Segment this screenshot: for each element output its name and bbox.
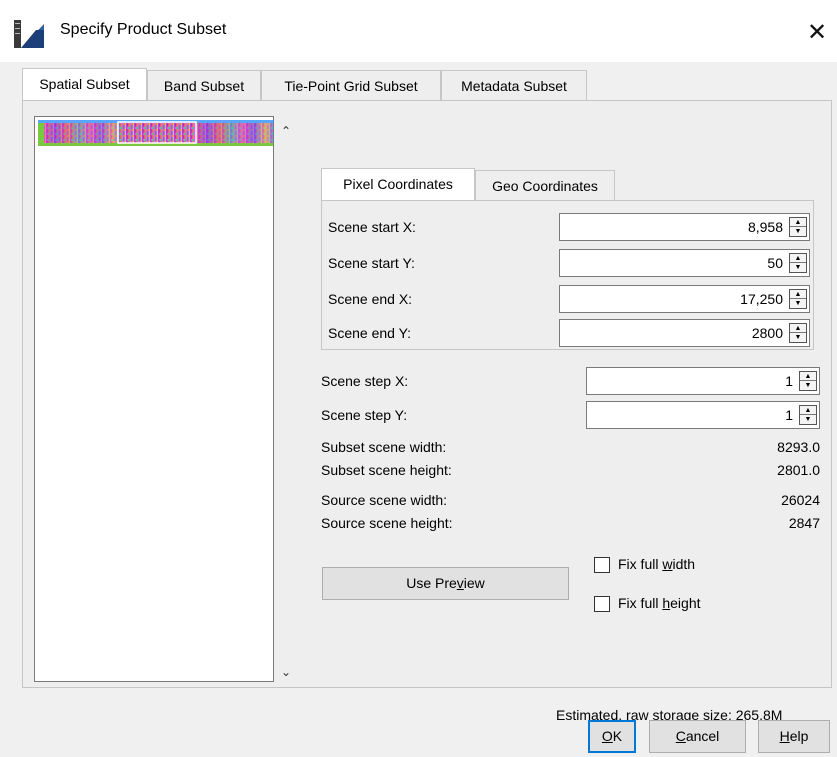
fix-full-height-checkbox[interactable] — [594, 596, 610, 612]
scene-start-y-spinner[interactable]: ▲ ▼ — [789, 253, 807, 273]
scene-end-y-value: 2800 — [751, 325, 783, 341]
help-label-a: H — [779, 728, 790, 744]
snap-app-icon — [14, 20, 44, 48]
source-height-value: 2847 — [788, 515, 820, 531]
fix-full-width-text-b: w — [662, 556, 673, 572]
help-button[interactable]: Help — [758, 720, 830, 753]
spin-down-icon[interactable]: ▼ — [800, 415, 816, 424]
scene-end-x-label: Scene end X: — [328, 291, 413, 307]
fix-full-height-label[interactable]: Fix full height — [618, 595, 701, 611]
scene-start-x-label: Scene start X: — [328, 219, 416, 235]
scene-start-x-field[interactable]: 8,958 ▲ ▼ — [559, 213, 810, 241]
source-height-label: Source scene height: — [321, 515, 453, 531]
cancel-label-b: ancel — [685, 728, 720, 744]
scene-step-x-value: 1 — [785, 373, 793, 389]
use-preview-button[interactable]: Use Preview — [322, 567, 569, 600]
spin-down-icon[interactable]: ▼ — [790, 263, 806, 272]
help-label-b: elp — [789, 728, 809, 744]
fix-full-width-text-c: idth — [672, 556, 696, 572]
use-preview-label-b: v — [456, 575, 464, 591]
cancel-label-a: C — [675, 728, 686, 744]
scene-step-x-label: Scene step X: — [321, 373, 409, 389]
spin-up-icon[interactable]: ▲ — [790, 254, 806, 263]
scene-start-x-spinner[interactable]: ▲ ▼ — [789, 217, 807, 237]
scene-start-x-value: 8,958 — [747, 219, 783, 235]
scene-step-y-value: 1 — [785, 407, 793, 423]
use-preview-label-a: Use Pre — [406, 575, 457, 591]
tab-metadata-subset[interactable]: Metadata Subset — [441, 70, 587, 100]
spin-up-icon[interactable]: ▲ — [790, 324, 806, 333]
subset-height-label: Subset scene height: — [321, 462, 452, 478]
tab-spatial-subset[interactable]: Spatial Subset — [22, 68, 147, 100]
scene-end-y-field[interactable]: 2800 ▲ ▼ — [559, 319, 810, 347]
spin-down-icon[interactable]: ▼ — [790, 299, 806, 308]
scroll-down-icon[interactable]: ⌄ — [276, 662, 296, 682]
preview-thumbnail[interactable] — [38, 120, 273, 146]
scene-step-x-spinner[interactable]: ▲ ▼ — [799, 371, 817, 391]
fix-full-width-checkbox[interactable] — [594, 557, 610, 573]
source-width-value: 26024 — [781, 492, 820, 508]
close-icon[interactable]: ✕ — [797, 12, 837, 52]
spin-up-icon[interactable]: ▲ — [790, 290, 806, 299]
tab-geo-coordinates[interactable]: Geo Coordinates — [475, 170, 615, 200]
spin-up-icon[interactable]: ▲ — [800, 406, 816, 415]
ok-label-b: K — [612, 728, 623, 744]
tab-tie-point-grid-subset[interactable]: Tie-Point Grid Subset — [261, 70, 441, 100]
ok-label-a: O — [601, 728, 613, 744]
cancel-button[interactable]: Cancel — [649, 720, 746, 753]
spin-down-icon[interactable]: ▼ — [790, 333, 806, 342]
subset-width-value: 8293.0 — [777, 439, 820, 455]
scene-end-x-spinner[interactable]: ▲ ▼ — [789, 289, 807, 309]
ok-button[interactable]: OK — [588, 720, 636, 753]
fix-full-height-text-b: h — [662, 595, 671, 611]
scene-end-x-value: 17,250 — [740, 291, 783, 307]
scene-end-y-spinner[interactable]: ▲ ▼ — [789, 323, 807, 343]
scene-step-y-spinner[interactable]: ▲ ▼ — [799, 405, 817, 425]
subset-width-label: Subset scene width: — [321, 439, 447, 455]
scroll-up-icon[interactable]: ⌃ — [276, 121, 296, 141]
scene-start-y-label: Scene start Y: — [328, 255, 415, 271]
scene-start-y-field[interactable]: 50 ▲ ▼ — [559, 249, 810, 277]
window-title: Specify Product Subset — [60, 21, 227, 38]
spin-down-icon[interactable]: ▼ — [790, 227, 806, 236]
scene-end-y-label: Scene end Y: — [328, 325, 412, 341]
scene-start-y-value: 50 — [767, 255, 783, 271]
fix-full-width-label[interactable]: Fix full width — [618, 556, 695, 572]
use-preview-label-c: iew — [463, 575, 485, 591]
scene-end-x-field[interactable]: 17,250 ▲ ▼ — [559, 285, 810, 313]
scene-step-x-field[interactable]: 1 ▲ ▼ — [586, 367, 820, 395]
tab-pixel-coordinates[interactable]: Pixel Coordinates — [321, 168, 475, 200]
fix-full-height-text-a: Fix full — [618, 595, 663, 611]
source-width-label: Source scene width: — [321, 492, 448, 508]
fix-full-height-text-c: eight — [670, 595, 701, 611]
scene-step-y-label: Scene step Y: — [321, 407, 408, 423]
tab-band-subset[interactable]: Band Subset — [147, 70, 261, 100]
spin-up-icon[interactable]: ▲ — [790, 218, 806, 227]
fix-full-width-text-a: Fix full — [618, 556, 663, 572]
spin-down-icon[interactable]: ▼ — [800, 381, 816, 390]
scene-step-y-field[interactable]: 1 ▲ ▼ — [586, 401, 820, 429]
spin-up-icon[interactable]: ▲ — [800, 372, 816, 381]
subset-height-value: 2801.0 — [777, 462, 820, 478]
preview-list[interactable] — [34, 116, 274, 682]
